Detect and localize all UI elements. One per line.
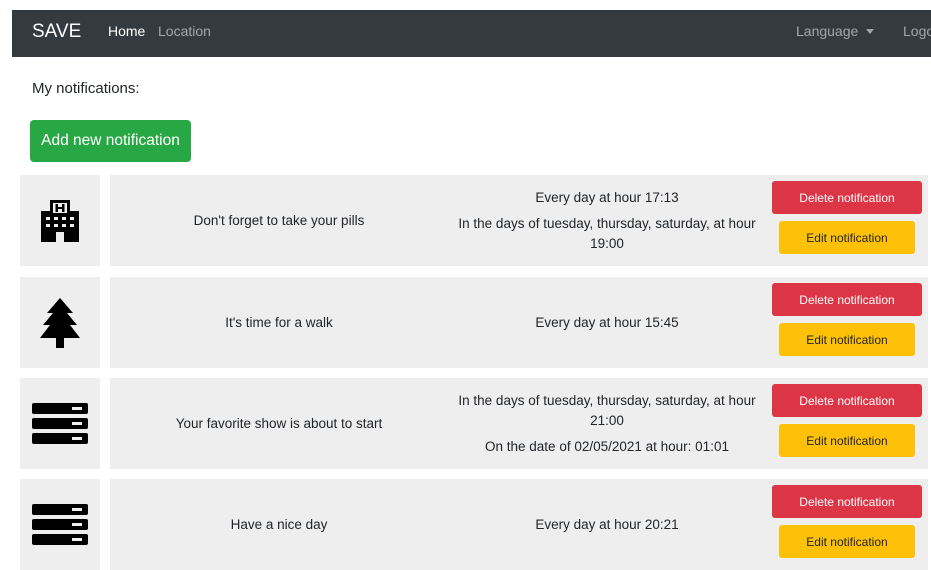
server-icon [32, 503, 88, 546]
notification-actions: Delete notification Edit notification [766, 277, 928, 368]
hospital-icon [41, 199, 79, 242]
schedule-line: Every day at hour 20:21 [535, 516, 679, 532]
notification-actions: Delete notification Edit notification [766, 479, 928, 570]
schedule-line: In the days of tuesday, thursday, saturd… [458, 215, 756, 251]
notification-schedule: Every day at hour 20:21 [438, 479, 776, 570]
nav-link-home[interactable]: Home [108, 10, 145, 57]
edit-notification-button[interactable]: Edit notification [779, 221, 915, 254]
edit-notification-button[interactable]: Edit notification [779, 525, 915, 558]
delete-notification-button[interactable]: Delete notification [772, 181, 922, 214]
notification-row: Your favorite show is about to start In … [20, 378, 928, 469]
notification-schedule: In the days of tuesday, thursday, saturd… [438, 378, 776, 469]
notification-actions: Delete notification Edit notification [766, 175, 928, 266]
notification-icon-cell [20, 378, 100, 469]
notification-schedule: Every day at hour 17:13 In the days of t… [438, 175, 776, 266]
notification-message: Have a nice day [110, 479, 448, 570]
nav-link-location[interactable]: Location [158, 10, 211, 57]
brand-logo[interactable]: SAVE [32, 10, 81, 57]
notification-row: Don't forget to take your pills Every da… [20, 175, 928, 266]
delete-notification-button[interactable]: Delete notification [772, 485, 922, 518]
notification-row: It's time for a walk Every day at hour 1… [20, 277, 928, 368]
notification-icon-cell [20, 277, 100, 368]
schedule-line: Every day at hour 15:45 [535, 314, 679, 330]
notification-message: Don't forget to take your pills [110, 175, 448, 266]
delete-notification-button[interactable]: Delete notification [772, 384, 922, 417]
delete-notification-button[interactable]: Delete notification [772, 283, 922, 316]
tree-icon [40, 297, 80, 348]
schedule-line: On the date of 02/05/2021 at hour: 01:01 [485, 438, 729, 454]
navbar: SAVE Home Location Language Logout [12, 10, 931, 57]
chevron-down-icon [866, 29, 875, 34]
add-notification-button[interactable]: Add new notification [30, 120, 191, 162]
notification-schedule: Every day at hour 15:45 [438, 277, 776, 368]
logout-link[interactable]: Logout [903, 10, 931, 57]
page-title: My notifications: [32, 80, 140, 97]
edit-notification-button[interactable]: Edit notification [779, 424, 915, 457]
notification-icon-cell [20, 175, 100, 266]
schedule-line: Every day at hour 17:13 [535, 189, 679, 205]
language-dropdown[interactable]: Language [796, 10, 875, 57]
notification-actions: Delete notification Edit notification [766, 378, 928, 469]
notification-message: It's time for a walk [110, 277, 448, 368]
server-icon [32, 402, 88, 445]
schedule-line: In the days of tuesday, thursday, saturd… [458, 392, 756, 428]
language-label: Language [796, 23, 859, 39]
notification-row: Have a nice day Every day at hour 20:21 … [20, 479, 928, 570]
edit-notification-button[interactable]: Edit notification [779, 323, 915, 356]
notification-icon-cell [20, 479, 100, 570]
notification-message: Your favorite show is about to start [110, 378, 448, 469]
